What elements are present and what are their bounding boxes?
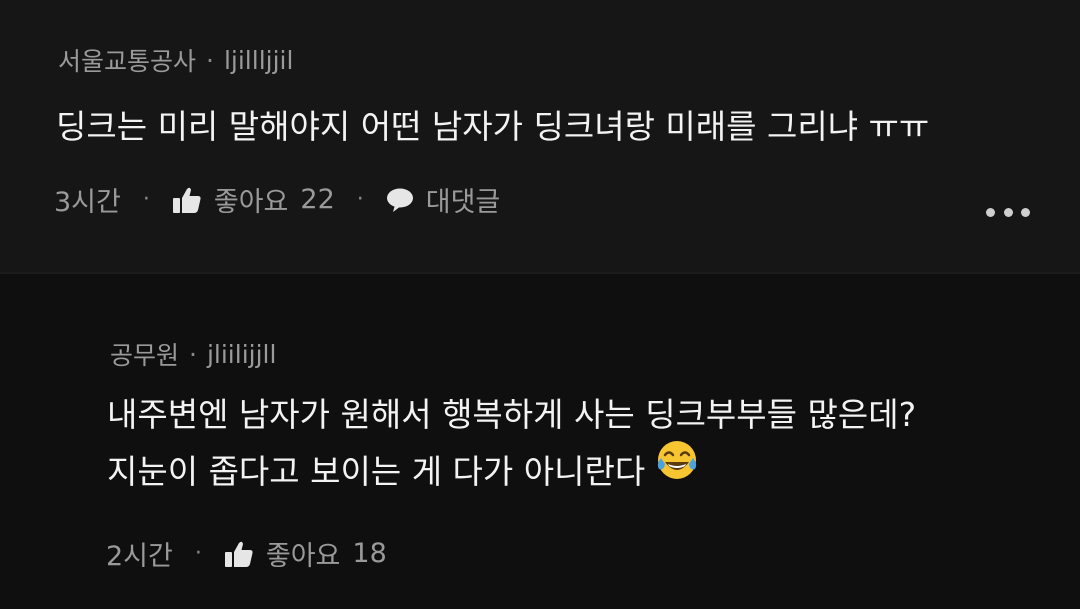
reply-label: 대댓글 <box>425 187 501 218</box>
more-dot <box>986 207 995 217</box>
author-name[interactable]: 서울교통공사 <box>58 42 196 78</box>
tears-of-joy-emoji <box>655 438 699 499</box>
comment-line-row: 지눈이 좁다고 보이는 게 다가 아니란다 <box>107 441 916 500</box>
thumbs-up-icon <box>172 186 202 214</box>
comment-2-reply: 공무원 · jliilijjll 내주변엔 남자가 원해서 행복하게 사는 딩크… <box>0 274 1080 609</box>
action-separator: · <box>194 541 202 566</box>
comment-actions: 3시간 · 좋아요 22 · 대댓글 <box>54 180 500 219</box>
author-name[interactable]: 공무원 <box>110 336 179 372</box>
comment-line: 내주변엔 남자가 원해서 행복하게 사는 딩크부부들 많은데? <box>107 395 917 434</box>
meta-separator: · <box>206 45 214 75</box>
comment-actions: 2시간 · 좋아요 18 <box>106 534 387 573</box>
meta-separator: · <box>189 339 197 369</box>
action-separator: · <box>356 187 364 212</box>
comment-text: 딩크는 미리 말해야지 어떤 남자가 딩크녀랑 미래를 그리냐 ㅠㅠ <box>56 98 929 155</box>
like-count: 22 <box>300 184 335 215</box>
comment-meta: 공무원 · jliilijjll <box>110 336 276 372</box>
reply-button[interactable]: 대댓글 <box>386 180 501 219</box>
like-count: 18 <box>352 538 387 569</box>
comment-1: 서울교통공사 · ljillljjil 딩크는 미리 말해야지 어떤 남자가 딩… <box>0 0 1080 274</box>
action-separator: · <box>142 187 150 212</box>
chat-bubble-icon <box>386 187 414 213</box>
timestamp: 2시간 <box>106 541 173 572</box>
like-button[interactable]: 좋아요 22 <box>172 180 335 219</box>
more-dot <box>1003 207 1013 217</box>
thumbs-up-icon <box>224 540 254 568</box>
more-dot <box>1021 207 1030 217</box>
comment-line: 딩크는 미리 말해야지 어떤 남자가 딩크녀랑 미래를 그리냐 ㅠㅠ <box>56 107 930 146</box>
author-handle: jliilijjll <box>206 339 277 369</box>
like-label: 좋아요 <box>265 541 341 572</box>
comment-text: 내주변엔 남자가 원해서 행복하게 사는 딩크부부들 많은데? 지눈이 좁다고 … <box>107 386 916 500</box>
like-label: 좋아요 <box>213 187 289 218</box>
comment-line: 지눈이 좁다고 보이는 게 다가 아니란다 <box>107 452 646 491</box>
comment-meta: 서울교통공사 · ljillljjil <box>58 42 293 78</box>
like-button[interactable]: 좋아요 18 <box>224 534 387 573</box>
more-options-icon[interactable] <box>986 197 1030 227</box>
author-handle: ljillljjil <box>223 45 294 75</box>
timestamp: 3시간 <box>54 187 121 218</box>
